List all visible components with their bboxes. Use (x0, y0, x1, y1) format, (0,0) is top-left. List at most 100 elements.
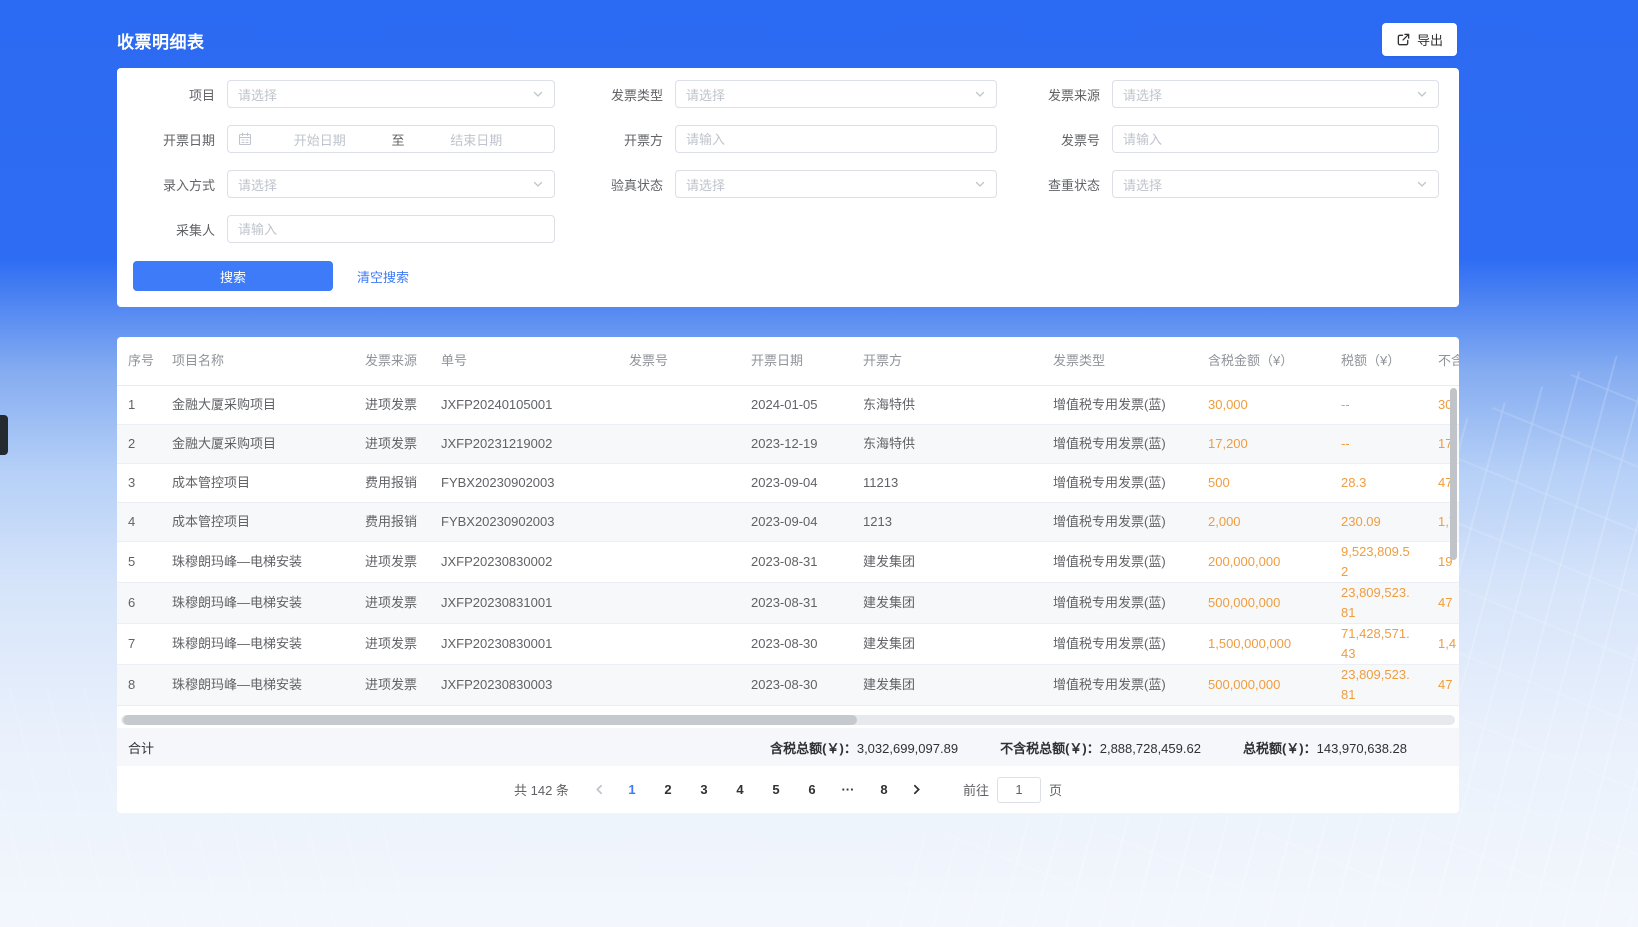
cell-source: 费用报销 (365, 503, 441, 541)
project-select[interactable]: 请选择 (227, 80, 555, 108)
search-button[interactable]: 搜索 (133, 261, 333, 291)
chevron-down-icon (1416, 178, 1428, 190)
pagination: 共 142 条 1 2 3 4 5 6 ··· 8 (117, 766, 1459, 813)
page-button[interactable]: 3 (690, 776, 718, 804)
cell-tax: 23,809,523. 81 (1329, 665, 1426, 705)
cell-source: 进项发票 (365, 665, 441, 705)
cell-type: 增值税专用发票(蓝) (1041, 386, 1196, 424)
next-page-button[interactable] (906, 783, 927, 796)
entry-method-select[interactable]: 请选择 (227, 170, 555, 198)
cell-date: 2023-08-30 (739, 665, 851, 705)
invoice-type-select[interactable]: 请选择 (675, 80, 997, 108)
cell-source: 进项发票 (365, 425, 441, 463)
cell-docno: FYBX20230902003 (441, 503, 617, 541)
cell-tax: 28.3 (1329, 464, 1426, 502)
cell-type: 增值税专用发票(蓝) (1041, 425, 1196, 463)
goto-unit: 页 (1049, 780, 1062, 799)
cell-invoiceno (617, 583, 739, 623)
cell-issuer: 建发集团 (851, 665, 1041, 705)
prev-page-button[interactable] (589, 783, 610, 796)
table-row: 6 珠穆朗玛峰—电梯安装 进项发票 JXFP20230831001 2023-0… (117, 583, 1459, 624)
cell-type: 增值税专用发票(蓝) (1041, 503, 1196, 541)
cell-issuer: 建发集团 (851, 583, 1041, 623)
cell-seq: 6 (117, 583, 172, 623)
cell-issuer: 1213 (851, 503, 1041, 541)
table-header: 序号 项目名称 发票来源 单号 发票号 开票日期 开票方 发票类型 含税金额（¥… (117, 337, 1459, 386)
cell-docno: JXFP20230831001 (441, 583, 617, 623)
column-header-source: 发票来源 (365, 351, 441, 371)
page-title: 收票明细表 (117, 28, 205, 53)
summary-total-tax: 总税额(￥)：143,970,638.28 (1243, 738, 1407, 757)
vertical-scrollbar[interactable] (1450, 388, 1457, 560)
cell-invoiceno (617, 464, 739, 502)
cell-tax: 71,428,571. 43 (1329, 624, 1426, 664)
cell-docno: FYBX20230902003 (441, 464, 617, 502)
page-button[interactable]: 1 (618, 776, 646, 804)
verify-status-select[interactable]: 请选择 (675, 170, 997, 198)
cell-date: 2023-09-04 (739, 464, 851, 502)
chevron-down-icon (532, 88, 544, 100)
summary-label: 合计 (117, 738, 154, 757)
invoice-source-label: 发票来源 (997, 85, 1100, 104)
cell-date: 2023-08-31 (739, 542, 851, 582)
page-button[interactable]: 2 (654, 776, 682, 804)
column-header-seq: 序号 (117, 351, 172, 371)
summary-row: 合计 含税总额(￥)：3,032,699,097.89 不含税总额(￥)：2,8… (117, 728, 1459, 766)
table-row: 8 珠穆朗玛峰—电梯安装 进项发票 JXFP20230830003 2023-0… (117, 665, 1459, 706)
cell-seq: 4 (117, 503, 172, 541)
cell-amount: 200,000,000 (1196, 542, 1329, 582)
cell-docno: JXFP20231219002 (441, 425, 617, 463)
goto-page-input[interactable] (997, 777, 1041, 803)
cell-docno: JXFP20230830001 (441, 624, 617, 664)
cell-source: 进项发票 (365, 583, 441, 623)
page-button[interactable]: 6 (798, 776, 826, 804)
entry-method-label: 录入方式 (117, 175, 215, 194)
export-icon (1396, 32, 1411, 47)
date-start-placeholder: 开始日期 (252, 130, 388, 149)
horizontal-scrollbar-track[interactable] (121, 715, 1455, 725)
issuer-input[interactable] (675, 125, 997, 153)
chevron-down-icon (974, 88, 986, 100)
dup-status-select[interactable]: 请选择 (1112, 170, 1439, 198)
cell-project: 珠穆朗玛峰—电梯安装 (172, 624, 365, 664)
drawer-handle[interactable] (0, 415, 8, 455)
summary-excl-tax: 不含税总额(￥)：2,888,728,459.62 (1000, 738, 1201, 757)
collector-label: 采集人 (117, 220, 215, 239)
cell-docno: JXFP20230830002 (441, 542, 617, 582)
cell-invoiceno (617, 425, 739, 463)
invoice-date-label: 开票日期 (117, 130, 215, 149)
horizontal-scrollbar-thumb[interactable] (123, 715, 857, 725)
cell-source: 进项发票 (365, 386, 441, 424)
goto-label: 前往 (963, 780, 989, 799)
cell-tax: 9,523,809.5 2 (1329, 542, 1426, 582)
page-button[interactable]: 5 (762, 776, 790, 804)
cell-amount: 500 (1196, 464, 1329, 502)
column-header-project: 项目名称 (172, 351, 365, 371)
page-button[interactable]: ··· (834, 776, 862, 804)
invoice-source-select[interactable]: 请选择 (1112, 80, 1439, 108)
invoice-no-input[interactable] (1112, 125, 1439, 153)
table-body: 1 金融大厦采购项目 进项发票 JXFP20240105001 2024-01-… (117, 386, 1459, 706)
cell-project: 金融大厦采购项目 (172, 386, 365, 424)
cell-invoiceno (617, 542, 739, 582)
search-panel: 项目 请选择 开票日期 开始日期 至 结束日期 (117, 68, 1459, 307)
cell-excl: 47 (1426, 665, 1459, 705)
clear-search-button[interactable]: 清空搜索 (357, 267, 409, 286)
cell-project: 珠穆朗玛峰—电梯安装 (172, 583, 365, 623)
date-separator: 至 (388, 130, 409, 149)
cell-seq: 8 (117, 665, 172, 705)
cell-type: 增值税专用发票(蓝) (1041, 665, 1196, 705)
cell-amount: 2,000 (1196, 503, 1329, 541)
cell-source: 进项发票 (365, 542, 441, 582)
cell-type: 增值税专用发票(蓝) (1041, 464, 1196, 502)
export-button[interactable]: 导出 (1382, 23, 1457, 56)
page-button[interactable]: 8 (870, 776, 898, 804)
page-button[interactable]: 4 (726, 776, 754, 804)
collector-input[interactable] (227, 215, 555, 243)
invoice-date-range[interactable]: 开始日期 至 结束日期 (227, 125, 555, 153)
table-row: 2 金融大厦采购项目 进项发票 JXFP20231219002 2023-12-… (117, 425, 1459, 464)
cell-type: 增值税专用发票(蓝) (1041, 583, 1196, 623)
cell-type: 增值税专用发票(蓝) (1041, 542, 1196, 582)
cell-seq: 1 (117, 386, 172, 424)
table-panel: 序号 项目名称 发票来源 单号 发票号 开票日期 开票方 发票类型 含税金额（¥… (117, 337, 1459, 813)
